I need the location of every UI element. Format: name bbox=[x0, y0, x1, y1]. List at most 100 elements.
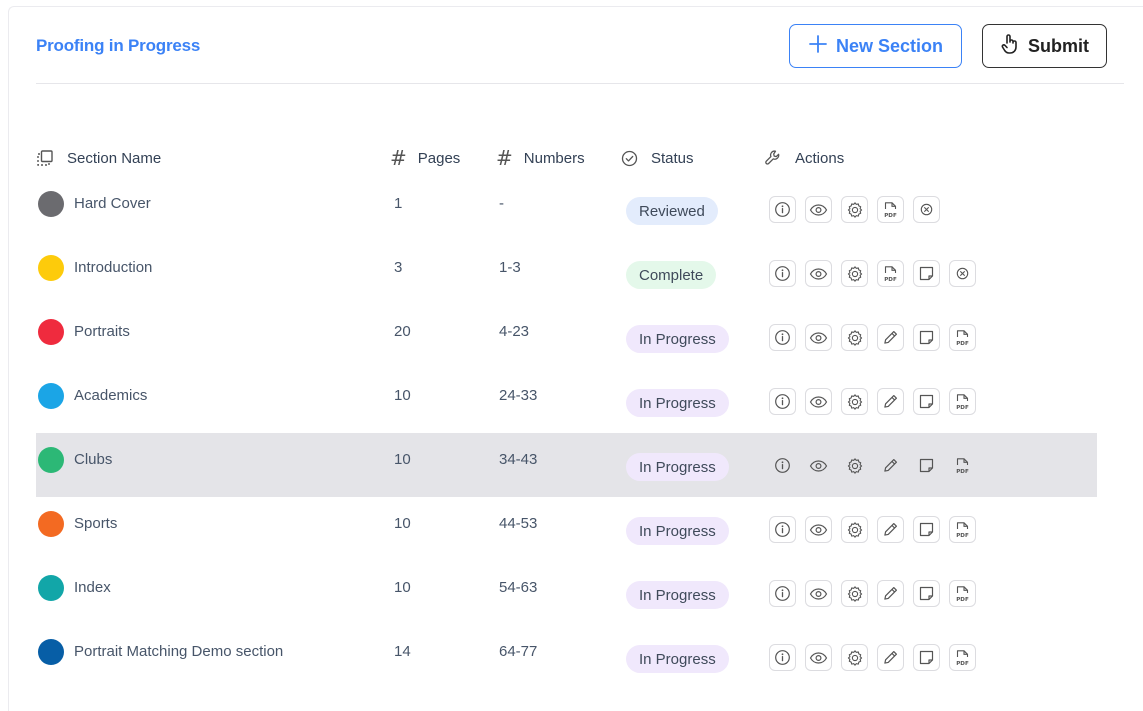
info-action-button[interactable] bbox=[769, 644, 796, 671]
comment-action-button[interactable] bbox=[913, 388, 940, 415]
settings-action-button[interactable] bbox=[841, 324, 868, 351]
svg-text:PDF: PDF bbox=[884, 276, 897, 282]
eye-icon bbox=[809, 587, 828, 601]
table-row[interactable]: Sports 10 44-53 In Progress PDF bbox=[36, 497, 1097, 561]
info-action-button[interactable] bbox=[769, 196, 796, 223]
new-section-button[interactable]: New Section bbox=[789, 24, 962, 68]
table-row[interactable]: Academics 10 24-33 In Progress PDF bbox=[36, 369, 1097, 433]
edit-action-button[interactable] bbox=[877, 580, 904, 607]
page-count: 3 bbox=[394, 259, 403, 276]
settings-action-button[interactable] bbox=[841, 388, 868, 415]
column-header-status[interactable]: Status bbox=[621, 148, 694, 168]
svg-text:PDF: PDF bbox=[956, 532, 969, 538]
comment-action-button[interactable] bbox=[913, 580, 940, 607]
comment-action-button[interactable] bbox=[913, 452, 940, 479]
pointer-hand-icon bbox=[1000, 33, 1028, 60]
comment-icon bbox=[918, 457, 935, 474]
status-badge: In Progress bbox=[626, 453, 729, 481]
new-section-label: New Section bbox=[835, 35, 944, 56]
table-row[interactable]: Clubs 10 34-43 In Progress PDF bbox=[36, 433, 1097, 497]
column-label-pages: Pages bbox=[417, 149, 461, 167]
column-label-status: Status bbox=[651, 149, 694, 167]
pdf-action-button[interactable]: PDF bbox=[877, 260, 904, 287]
comment-action-button[interactable] bbox=[913, 644, 940, 671]
column-header-pages[interactable]: # Pages bbox=[390, 146, 461, 170]
view-action-button[interactable] bbox=[805, 644, 832, 671]
info-icon bbox=[774, 585, 791, 602]
view-action-button[interactable] bbox=[805, 196, 832, 223]
column-header-actions[interactable]: Actions bbox=[764, 148, 844, 168]
row-actions: PDF bbox=[769, 516, 976, 543]
view-action-button[interactable] bbox=[805, 388, 832, 415]
svg-text:PDF: PDF bbox=[956, 468, 969, 474]
view-action-button[interactable] bbox=[805, 324, 832, 351]
page-count: 10 bbox=[394, 579, 411, 596]
column-header-numbers[interactable]: # Numbers bbox=[496, 146, 585, 170]
view-action-button[interactable] bbox=[805, 580, 832, 607]
pdf-action-button[interactable]: PDF bbox=[949, 644, 976, 671]
section-select-icon bbox=[36, 149, 54, 167]
column-label-numbers: Numbers bbox=[523, 149, 585, 167]
info-action-button[interactable] bbox=[769, 580, 796, 607]
remove-action-button[interactable] bbox=[913, 196, 940, 223]
status-badge: Reviewed bbox=[626, 197, 718, 225]
pdf-action-button[interactable]: PDF bbox=[877, 196, 904, 223]
comment-icon bbox=[918, 265, 935, 282]
pdf-action-button[interactable]: PDF bbox=[949, 388, 976, 415]
view-action-button[interactable] bbox=[805, 516, 832, 543]
table-row[interactable]: Portrait Matching Demo section 14 64-77 In … bbox=[36, 625, 1097, 689]
table-row[interactable]: Portraits 20 4-23 In Progress PDF bbox=[36, 305, 1097, 369]
eye-icon bbox=[809, 459, 828, 473]
section-color-dot bbox=[38, 511, 64, 537]
pdf-action-button[interactable]: PDF bbox=[949, 516, 976, 543]
info-icon bbox=[774, 457, 791, 474]
view-action-button[interactable] bbox=[805, 452, 832, 479]
info-action-button[interactable] bbox=[769, 324, 796, 351]
row-actions: PDF bbox=[769, 324, 976, 351]
submit-button[interactable]: Submit bbox=[982, 24, 1107, 68]
status-badge: In Progress bbox=[626, 325, 729, 353]
settings-action-button[interactable] bbox=[841, 260, 868, 287]
info-action-button[interactable] bbox=[769, 260, 796, 287]
table-row[interactable]: Hard Cover 1 - Reviewed PDF bbox=[36, 177, 1097, 241]
pdf-action-button[interactable]: PDF bbox=[949, 580, 976, 607]
edit-action-button[interactable] bbox=[877, 516, 904, 543]
pencil-icon bbox=[882, 521, 899, 538]
pdf-file-icon: PDF bbox=[954, 457, 971, 475]
info-icon bbox=[774, 649, 791, 666]
settings-action-button[interactable] bbox=[841, 644, 868, 671]
edit-action-button[interactable] bbox=[877, 388, 904, 415]
section-color-dot bbox=[38, 383, 64, 409]
remove-action-button[interactable] bbox=[949, 260, 976, 287]
table-row[interactable]: Introduction 3 1-3 Complete PDF bbox=[36, 241, 1097, 305]
comment-action-button[interactable] bbox=[913, 260, 940, 287]
edit-action-button[interactable] bbox=[877, 644, 904, 671]
info-action-button[interactable] bbox=[769, 452, 796, 479]
settings-action-button[interactable] bbox=[841, 516, 868, 543]
gear-icon bbox=[846, 265, 864, 283]
info-action-button[interactable] bbox=[769, 388, 796, 415]
table-row[interactable]: Index 10 54-63 In Progress PDF bbox=[36, 561, 1097, 625]
view-action-button[interactable] bbox=[805, 260, 832, 287]
settings-action-button[interactable] bbox=[841, 196, 868, 223]
edit-action-button[interactable] bbox=[877, 452, 904, 479]
page-count: 10 bbox=[394, 451, 411, 468]
page-numbers: 54-63 bbox=[499, 579, 538, 596]
pdf-action-button[interactable]: PDF bbox=[949, 324, 976, 351]
settings-action-button[interactable] bbox=[841, 580, 868, 607]
pdf-action-button[interactable]: PDF bbox=[949, 452, 976, 479]
comment-action-button[interactable] bbox=[913, 516, 940, 543]
page-numbers: 44-53 bbox=[499, 515, 538, 532]
eye-icon bbox=[809, 331, 828, 345]
comment-action-button[interactable] bbox=[913, 324, 940, 351]
edit-action-button[interactable] bbox=[877, 324, 904, 351]
pdf-file-icon: PDF bbox=[954, 329, 971, 347]
column-header-section-name[interactable]: Section Name bbox=[36, 148, 161, 168]
settings-action-button[interactable] bbox=[841, 452, 868, 479]
gear-icon bbox=[846, 585, 864, 603]
info-icon bbox=[774, 393, 791, 410]
pdf-file-icon: PDF bbox=[954, 393, 971, 411]
row-actions: PDF bbox=[769, 196, 940, 223]
row-actions: PDF bbox=[769, 260, 976, 287]
info-action-button[interactable] bbox=[769, 516, 796, 543]
